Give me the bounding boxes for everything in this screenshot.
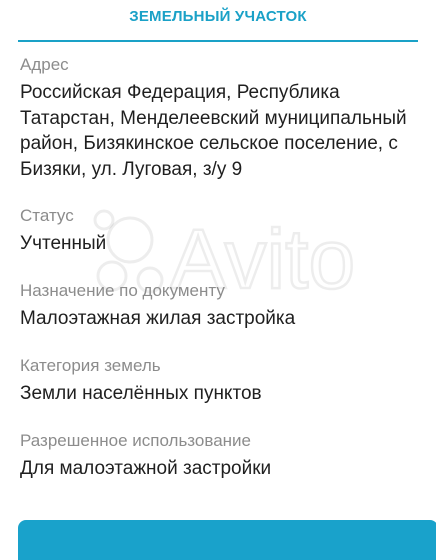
permitted-use-label: Разрешенное использование: [20, 431, 251, 451]
permitted-use-value: Для малоэтажной застройки: [20, 458, 272, 480]
status-value: Учтенный: [20, 233, 107, 255]
status-field: Статус Учтенный: [20, 205, 416, 257]
address-label: Адрес: [20, 55, 69, 74]
permitted-use-field: Разрешенное использование Для малоэтажно…: [20, 430, 416, 482]
land-category-field: Категория земель Земли населённых пункто…: [20, 355, 416, 407]
purpose-value: Малоэтажная жилая застройка: [20, 308, 296, 330]
status-label: Статус: [20, 206, 74, 226]
address-field: Адрес Российская Федерация, Республика Т…: [20, 54, 416, 182]
land-category-label: Категория земель: [20, 356, 161, 376]
address-value: Российская Федерация, Республика Татарст…: [20, 82, 407, 180]
details-list: Адрес Российская Федерация, Республика Т…: [20, 54, 416, 505]
purpose-label: Назначение по документу: [20, 281, 225, 301]
page-title: ЗЕМЕЛЬНЫЙ УЧАСТОК: [129, 8, 307, 25]
purpose-field: Назначение по документу Малоэтажная жила…: [20, 280, 416, 332]
header-divider: [18, 40, 418, 42]
header: ЗЕМЕЛЬНЫЙ УЧАСТОК: [0, 0, 436, 40]
land-category-value: Земли населённых пунктов: [20, 383, 262, 405]
bottom-action-button[interactable]: [18, 520, 436, 560]
